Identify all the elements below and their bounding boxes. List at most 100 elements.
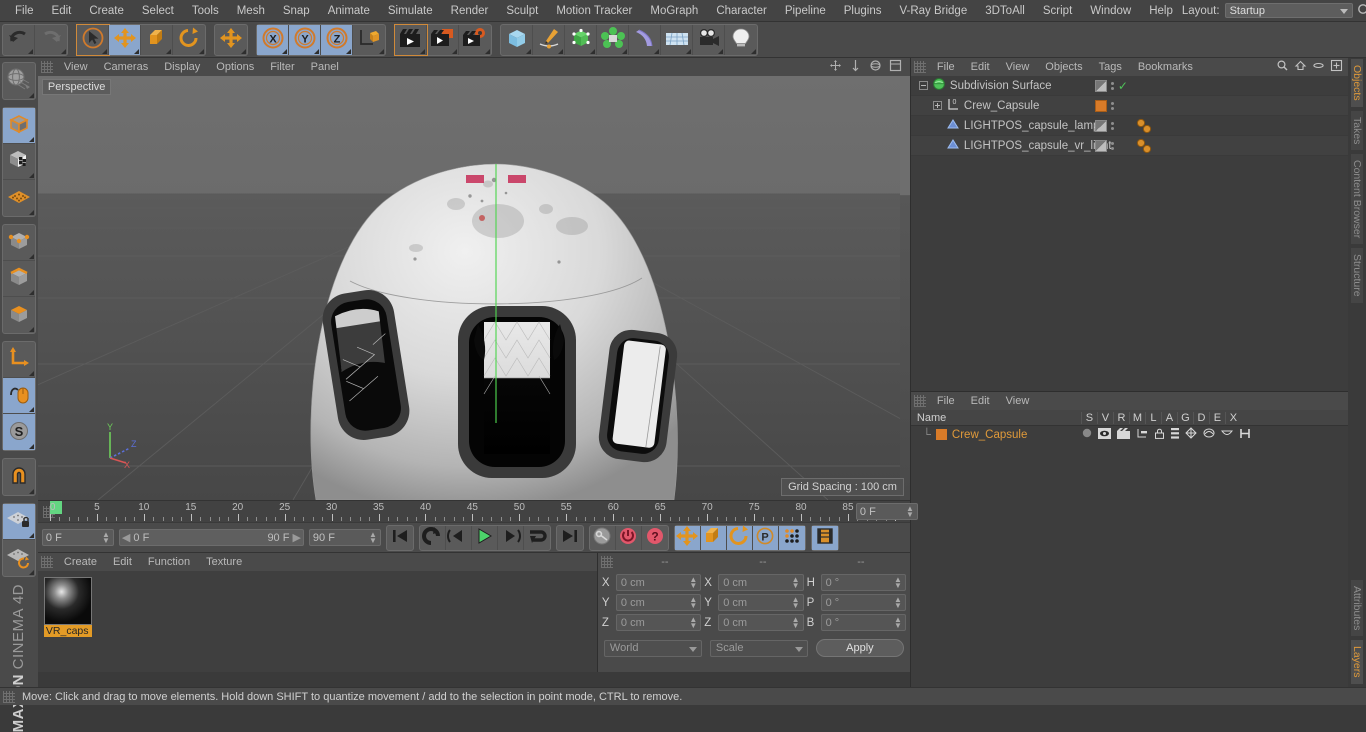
layer-rows[interactable]: └Crew_Capsule	[911, 426, 1348, 443]
point-mode-button[interactable]	[3, 225, 35, 261]
menu-help[interactable]: Help	[1140, 0, 1182, 22]
move-axis-tool[interactable]	[215, 25, 247, 55]
add-layout-icon[interactable]	[1330, 59, 1343, 75]
menu-window[interactable]: Window	[1081, 0, 1140, 22]
coord-size-z-field[interactable]: 0 cm▲▼	[718, 614, 803, 631]
goto-start-button[interactable]	[387, 526, 413, 550]
stepper-icon[interactable]: ▲▼	[894, 597, 902, 609]
search-icon[interactable]	[1276, 59, 1289, 75]
scale-key-button[interactable]	[701, 526, 727, 550]
current-frame-field[interactable]: 0 F ▲▼	[42, 529, 114, 546]
layer-animation-icon[interactable]	[1171, 428, 1179, 442]
search-icon[interactable]	[1356, 2, 1366, 19]
add-scene-button[interactable]	[661, 25, 693, 55]
layer-color-swatch[interactable]	[936, 429, 947, 440]
menu-simulate[interactable]: Simulate	[379, 0, 442, 22]
menu-3dtoall[interactable]: 3DToAll	[976, 0, 1034, 22]
object-visibility-dots[interactable]: ✓	[1095, 79, 1128, 93]
render-view-button[interactable]	[395, 25, 427, 55]
menu-mesh[interactable]: Mesh	[228, 0, 274, 22]
stepper-icon[interactable]: ▲▼	[689, 577, 697, 589]
timeline-frame-field[interactable]: 0 F▲▼	[856, 503, 918, 520]
stepper-icon[interactable]: ▲▼	[369, 532, 377, 544]
menu-pipeline[interactable]: Pipeline	[776, 0, 835, 22]
viewport-menu-cameras[interactable]: Cameras	[96, 61, 157, 73]
magnet-tool-button[interactable]	[3, 459, 35, 495]
viewport-menu-options[interactable]: Options	[208, 61, 262, 73]
stepper-icon[interactable]: ▲▼	[894, 617, 902, 629]
range-left-arrow-icon[interactable]: ◀	[122, 531, 130, 544]
lock-y-axis[interactable]: Y	[289, 25, 321, 55]
layer-menu-edit[interactable]: Edit	[963, 395, 998, 407]
object-visibility-dots[interactable]	[1095, 100, 1114, 112]
layer-lock-icon[interactable]	[1154, 428, 1165, 442]
object-row[interactable]: Subdivision Surface✓	[911, 76, 1348, 96]
layer-gripper[interactable]	[914, 395, 926, 407]
object-axis-mode-button[interactable]	[3, 342, 35, 378]
perspective-viewport[interactable]: Perspective Grid Spacing : 100 cm Y Z X	[38, 76, 910, 500]
menu-v-ray-bridge[interactable]: V-Ray Bridge	[890, 0, 976, 22]
visibility-dots-icon[interactable]	[1111, 82, 1114, 90]
home-icon[interactable]	[1294, 59, 1307, 75]
object-row[interactable]: LIGHTPOS_capsule_lamp	[911, 116, 1348, 136]
side-tab-objects[interactable]: Objects	[1350, 58, 1364, 108]
menu-sculpt[interactable]: Sculpt	[497, 0, 547, 22]
workplane-lock-button[interactable]	[3, 504, 35, 540]
coord-rotation-p-field[interactable]: 0 °▲▼	[821, 594, 906, 611]
make-editable-button[interactable]	[3, 63, 35, 99]
material-list[interactable]: VR_caps	[38, 571, 597, 672]
material-menu-create[interactable]: Create	[56, 556, 105, 568]
add-light-button[interactable]	[725, 25, 757, 55]
world-object-coordinate-toggle[interactable]	[353, 25, 385, 55]
object-menu-view[interactable]: View	[998, 61, 1038, 73]
add-generator-button[interactable]	[565, 25, 597, 55]
dolly-icon[interactable]	[849, 59, 862, 75]
material-menu-texture[interactable]: Texture	[198, 556, 250, 568]
menu-select[interactable]: Select	[133, 0, 183, 22]
coord-position-y-field[interactable]: 0 cm▲▼	[616, 594, 701, 611]
menu-tools[interactable]: Tools	[183, 0, 228, 22]
stepper-icon[interactable]: ▲▼	[792, 577, 800, 589]
material-item[interactable]: VR_caps	[44, 577, 92, 637]
material-menu-edit[interactable]: Edit	[105, 556, 140, 568]
menu-character[interactable]: Character	[707, 0, 776, 22]
stepper-icon[interactable]: ▲▼	[689, 597, 697, 609]
lock-z-axis[interactable]: Z	[321, 25, 353, 55]
viewport-menu-display[interactable]: Display	[156, 61, 208, 73]
menu-edit[interactable]: Edit	[43, 0, 81, 22]
uv-polygon-mode-button[interactable]	[3, 180, 35, 216]
menu-snap[interactable]: Snap	[274, 0, 319, 22]
layer-expression-icon[interactable]	[1221, 428, 1233, 441]
visibility-dots-icon[interactable]	[1111, 122, 1114, 130]
menu-render[interactable]: Render	[442, 0, 498, 22]
orbit-icon[interactable]	[869, 59, 882, 75]
menu-create[interactable]: Create	[80, 0, 133, 22]
redo-button[interactable]	[35, 25, 67, 55]
previous-frame-button[interactable]	[446, 526, 472, 550]
add-camera-button[interactable]	[693, 25, 725, 55]
coord-rotation-h-field[interactable]: 0 °▲▼	[821, 574, 906, 591]
undo-button[interactable]	[3, 25, 35, 55]
coord-position-z-field[interactable]: 0 cm▲▼	[616, 614, 701, 631]
rotate-tool[interactable]	[173, 25, 205, 55]
side-tab-attributes[interactable]: Attributes	[1350, 579, 1364, 637]
lock-x-axis[interactable]: X	[257, 25, 289, 55]
visibility-dots-icon[interactable]	[1111, 142, 1114, 150]
timeline-ruler[interactable]: 051015202530354045505560657075808590 0 F…	[38, 500, 910, 522]
object-menu-tags[interactable]: Tags	[1091, 61, 1130, 73]
side-tab-takes[interactable]: Takes	[1350, 110, 1364, 151]
collapse-toggle[interactable]	[919, 81, 928, 90]
layout-select[interactable]: Startup	[1225, 3, 1353, 18]
range-right-arrow-icon[interactable]: ▶	[292, 531, 300, 544]
add-deformer-button[interactable]	[629, 25, 661, 55]
viewport-menu-panel[interactable]: Panel	[303, 61, 347, 73]
material-menu-function[interactable]: Function	[140, 556, 198, 568]
object-tags[interactable]	[1133, 138, 1157, 154]
maximize-icon[interactable]	[889, 59, 902, 75]
next-frame-button[interactable]	[498, 526, 524, 550]
add-array-button[interactable]	[597, 25, 629, 55]
edge-mode-button[interactable]	[3, 261, 35, 297]
side-tab-layers[interactable]: Layers	[1350, 639, 1364, 685]
render-region-button[interactable]	[427, 25, 459, 55]
viewport-gripper[interactable]	[41, 61, 53, 73]
